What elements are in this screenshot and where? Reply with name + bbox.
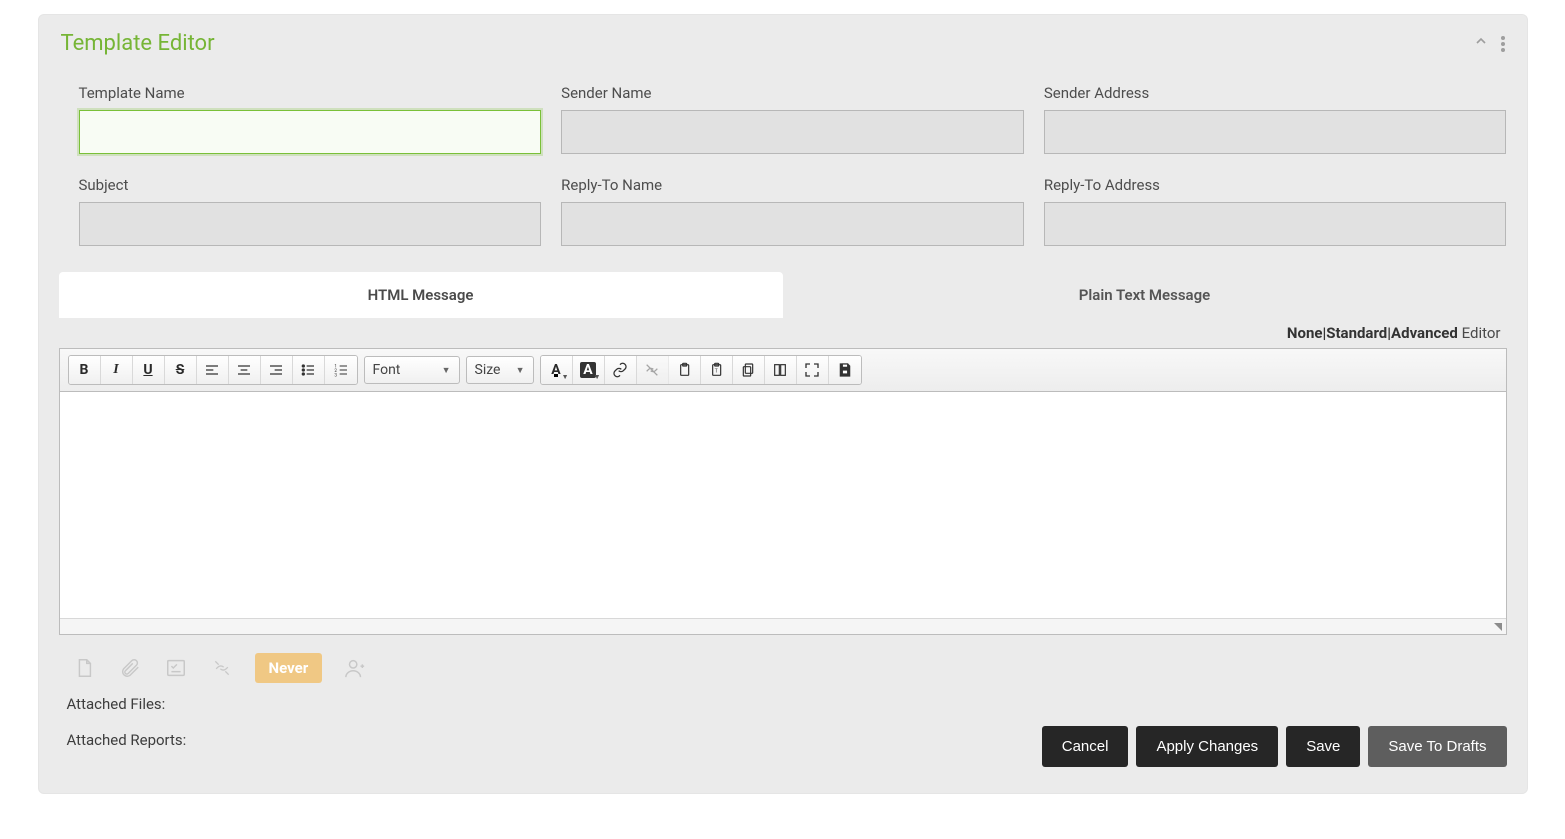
font-select-label: Font xyxy=(373,362,401,378)
collapse-icon[interactable] xyxy=(1473,33,1489,54)
text-color-icon[interactable]: A▼ xyxy=(541,356,573,384)
templates-icon[interactable] xyxy=(765,356,797,384)
field-sender-address: Sender Address xyxy=(1044,84,1507,154)
label-reply-to-address: Reply-To Address xyxy=(1044,176,1507,194)
label-sender-name: Sender Name xyxy=(561,84,1024,102)
size-select-label: Size xyxy=(475,362,501,378)
panel-actions xyxy=(1473,33,1507,54)
mode-standard[interactable]: Standard xyxy=(1326,324,1387,342)
italic-icon[interactable]: I xyxy=(101,356,133,384)
panel-title: Template Editor xyxy=(61,31,215,56)
rich-text-editor: B I U S 123 Font ▼ Size ▼ A▼ A▼ xyxy=(59,348,1507,635)
mode-none[interactable]: None xyxy=(1287,324,1323,342)
tab-html-message[interactable]: HTML Message xyxy=(59,272,783,318)
label-subject: Subject xyxy=(79,176,542,194)
tb-group-insert: A▼ A▼ T xyxy=(540,355,862,385)
align-left-icon[interactable] xyxy=(197,356,229,384)
sender-name-input[interactable] xyxy=(561,110,1024,154)
attached-files-label: Attached Files: xyxy=(67,695,1507,713)
editor-toolbar: B I U S 123 Font ▼ Size ▼ A▼ A▼ xyxy=(60,349,1506,392)
bulleted-list-icon[interactable] xyxy=(293,356,325,384)
label-sender-address: Sender Address xyxy=(1044,84,1507,102)
editor-resize-handle[interactable] xyxy=(60,618,1506,634)
add-user-icon[interactable] xyxy=(342,655,368,681)
tb-group-text: B I U S 123 xyxy=(68,355,358,385)
template-name-input[interactable] xyxy=(79,110,542,154)
chevron-down-icon: ▼ xyxy=(442,365,451,376)
message-tabs: HTML Message Plain Text Message xyxy=(39,256,1527,318)
field-reply-to-name: Reply-To Name xyxy=(561,176,1024,246)
label-template-name: Template Name xyxy=(79,84,542,102)
field-reply-to-address: Reply-To Address xyxy=(1044,176,1507,246)
paste-text-icon[interactable]: T xyxy=(701,356,733,384)
save-button[interactable]: Save xyxy=(1286,726,1360,767)
save-editor-icon[interactable] xyxy=(829,356,861,384)
tab-plain-text-message[interactable]: Plain Text Message xyxy=(783,272,1507,318)
subject-input[interactable] xyxy=(79,202,542,246)
field-subject: Subject xyxy=(79,176,542,246)
align-right-icon[interactable] xyxy=(261,356,293,384)
field-sender-name: Sender Name xyxy=(561,84,1024,154)
kebab-icon[interactable] xyxy=(1499,34,1507,54)
broken-link-icon[interactable] xyxy=(209,655,235,681)
underline-icon[interactable]: U xyxy=(133,356,165,384)
chevron-down-icon: ▼ xyxy=(516,365,525,376)
never-button[interactable]: Never xyxy=(255,653,323,683)
cancel-button[interactable]: Cancel xyxy=(1042,726,1129,767)
panel-header: Template Editor xyxy=(39,15,1527,62)
copy-icon[interactable] xyxy=(733,356,765,384)
mode-suffix-text: Editor xyxy=(1462,324,1501,342)
numbered-list-icon[interactable]: 123 xyxy=(325,356,357,384)
background-color-icon[interactable]: A▼ xyxy=(573,356,605,384)
reply-to-address-input[interactable] xyxy=(1044,202,1507,246)
mode-advanced[interactable]: Advanced xyxy=(1391,324,1458,342)
form-grid: Template Name Sender Name Sender Address… xyxy=(39,62,1527,256)
template-editor-panel: Template Editor Template Name Sender Nam… xyxy=(38,14,1528,794)
size-select[interactable]: Size ▼ xyxy=(466,356,534,384)
sender-address-input[interactable] xyxy=(1044,110,1507,154)
editor-mode-toggle: None|Standard|Advanced Editor xyxy=(39,318,1527,348)
link-icon[interactable] xyxy=(605,356,637,384)
new-document-icon[interactable] xyxy=(71,655,97,681)
svg-text:T: T xyxy=(715,369,719,375)
checklist-icon[interactable] xyxy=(163,655,189,681)
apply-changes-button[interactable]: Apply Changes xyxy=(1136,726,1278,767)
editor-textarea[interactable] xyxy=(60,392,1506,618)
save-to-drafts-button[interactable]: Save To Drafts xyxy=(1368,726,1506,767)
paperclip-icon[interactable] xyxy=(117,655,143,681)
attachment-toolbar: Never xyxy=(39,635,1527,689)
reply-to-name-input[interactable] xyxy=(561,202,1024,246)
footer-buttons: Cancel Apply Changes Save Save To Drafts xyxy=(1042,726,1507,767)
svg-text:3: 3 xyxy=(334,373,337,378)
font-select[interactable]: Font ▼ xyxy=(364,356,460,384)
maximize-icon[interactable] xyxy=(797,356,829,384)
label-reply-to-name: Reply-To Name xyxy=(561,176,1024,194)
unlink-icon[interactable] xyxy=(637,356,669,384)
field-template-name: Template Name xyxy=(79,84,542,154)
strikethrough-icon[interactable]: S xyxy=(165,356,197,384)
paste-icon[interactable] xyxy=(669,356,701,384)
bold-icon[interactable]: B xyxy=(69,356,101,384)
align-center-icon[interactable] xyxy=(229,356,261,384)
